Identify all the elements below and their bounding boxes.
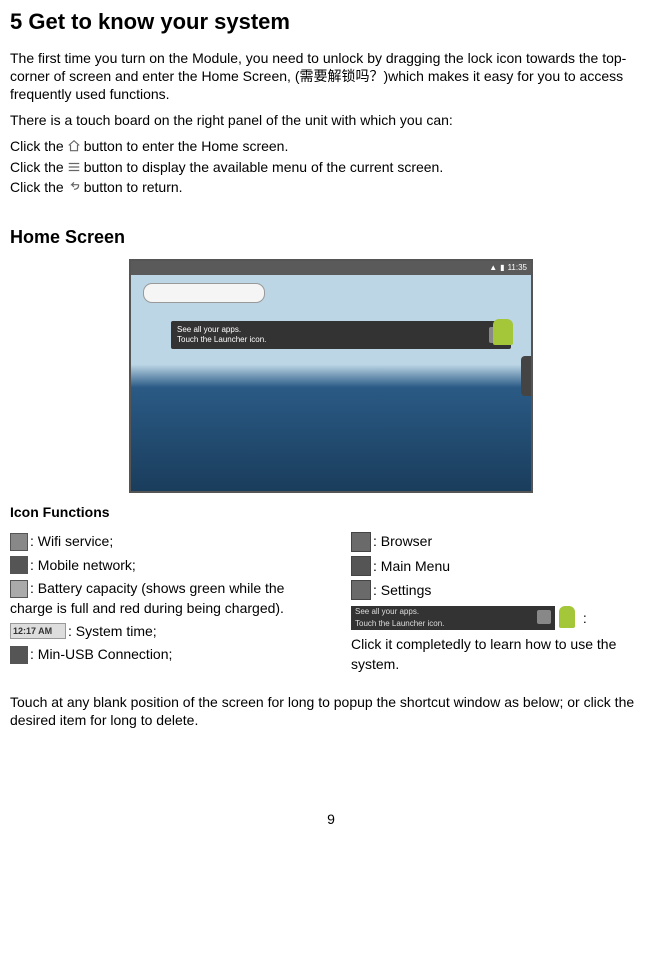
battery-label: : Battery capacity (shows green while th… [10, 580, 284, 615]
click-prefix: Click the [10, 158, 64, 176]
system-time-icon: 12:17 AM [10, 623, 66, 639]
settings-label: : Settings [373, 582, 431, 598]
launcher-tip: See all your apps. Touch the Launcher ic… [171, 321, 511, 349]
click-menu-suffix: button to display the available menu of … [84, 158, 444, 176]
browser-label: : Browser [373, 534, 432, 550]
icon-functions-heading: Icon Functions [10, 503, 652, 521]
tip-line1: See all your apps. [177, 325, 266, 335]
right-column: : Browser : Main Menu : Settings See all… [351, 527, 652, 677]
settings-icon [351, 580, 371, 600]
status-wifi-icon: ▲ [489, 263, 497, 273]
battery-icon [10, 580, 28, 598]
icon-functions-columns: : Wifi service; : Mobile network; : Batt… [10, 527, 652, 677]
mobile-label: : Mobile network; [30, 557, 136, 573]
click-return-line: Click the button to return. [10, 178, 652, 196]
main-menu-label: : Main Menu [373, 558, 450, 574]
status-battery-icon: ▮ [500, 263, 504, 273]
wifi-label: : Wifi service; [30, 534, 113, 550]
footer-text: Touch at any blank position of the scree… [10, 693, 652, 729]
back-icon [66, 180, 82, 194]
google-search-widget [143, 283, 265, 303]
tip-line2: Touch the Launcher icon. [177, 335, 266, 345]
screenshot-container: ▲ ▮ 11:35 See all your apps. Touch the L… [10, 259, 652, 493]
mobile-network-icon [10, 556, 28, 574]
tip-colon: : [583, 610, 587, 626]
home-screenshot: ▲ ▮ 11:35 See all your apps. Touch the L… [129, 259, 533, 493]
click-return-suffix: button to return. [84, 178, 183, 196]
tip-description: Click it completedly to learn how to use… [351, 637, 616, 672]
tip-wide-line2: Touch the Launcher icon. [355, 619, 444, 628]
usb-label: : Min-USB Connection; [30, 647, 172, 663]
time-label: : System time; [68, 623, 157, 639]
main-menu-icon [351, 556, 371, 576]
usb-icon [10, 646, 28, 664]
touchboard-intro: There is a touch board on the right pane… [10, 111, 652, 129]
status-time: 11:35 [508, 263, 527, 273]
app-drawer-handle [521, 356, 531, 396]
tip-wide-line1: See all your apps. [355, 607, 419, 616]
browser-icon [351, 532, 371, 552]
click-home-suffix: button to enter the Home screen. [84, 137, 289, 155]
click-prefix: Click the [10, 178, 64, 196]
home-screen-heading: Home Screen [10, 226, 652, 249]
launcher-tip-icon: See all your apps. Touch the Launcher ic… [351, 606, 555, 630]
wifi-icon [10, 533, 28, 551]
android-robot-icon [493, 319, 513, 345]
left-column: : Wifi service; : Mobile network; : Batt… [10, 527, 311, 677]
click-home-line: Click the button to enter the Home scree… [10, 137, 652, 155]
click-menu-line: Click the button to display the availabl… [10, 158, 652, 176]
page-number: 9 [10, 810, 652, 828]
page-title: 5 Get to know your system [10, 8, 652, 37]
status-bar: ▲ ▮ 11:35 [131, 261, 531, 275]
menu-icon [66, 160, 82, 174]
home-icon [66, 139, 82, 153]
tip-grid-icon [537, 610, 551, 624]
intro-paragraph: The first time you turn on the Module, y… [10, 49, 652, 104]
click-prefix: Click the [10, 137, 64, 155]
